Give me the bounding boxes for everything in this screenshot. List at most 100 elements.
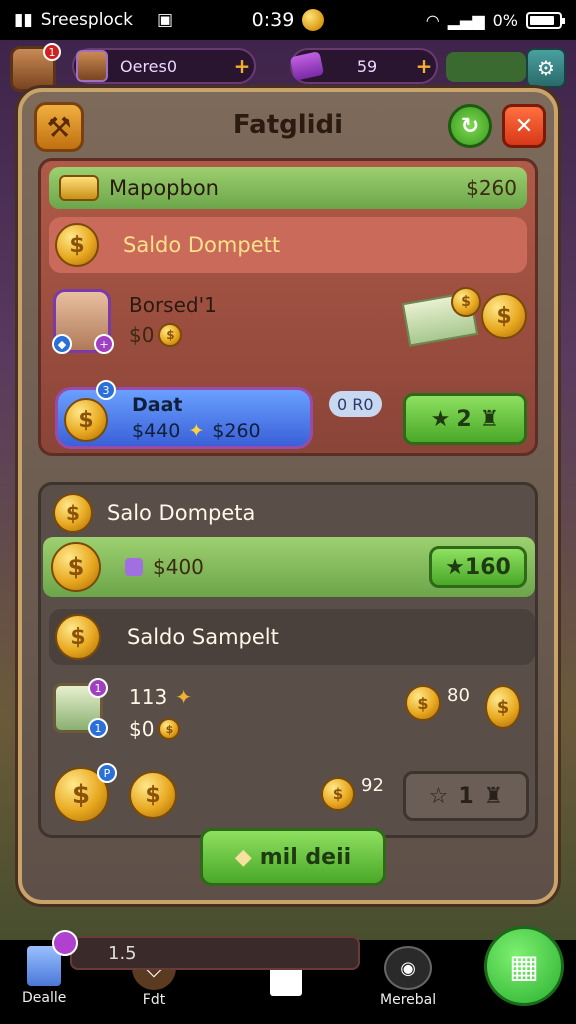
clock: 0:39 (251, 9, 295, 31)
claim-button[interactable]: ◆ mil deii (200, 828, 386, 886)
saldo-label-2: Saldo Sampelt (127, 625, 279, 649)
notification-badge: 1 (43, 43, 61, 61)
nav-merebal[interactable]: ◉ Merebal (380, 946, 436, 1008)
header-row-value: $260 (466, 176, 517, 200)
energy-bar (446, 52, 526, 82)
coin-icon: $ (485, 685, 521, 729)
coin-icon: $ (53, 493, 93, 533)
character-level-badge: ◆ (52, 334, 72, 354)
signal-icon: ▮▮ (14, 10, 33, 30)
saldo-row-2[interactable]: $ Saldo Sampelt (49, 609, 535, 665)
coin-icon: $ (55, 614, 101, 660)
deal-buy-button[interactable]: ★ 2 ♜ (403, 393, 527, 445)
deal-buy-label: 2 (456, 406, 472, 432)
wifi-icon: ◠ (425, 10, 440, 30)
coin-icon: $ (158, 323, 183, 347)
coin-icon: $ (451, 287, 481, 317)
close-button[interactable]: ✕ (502, 104, 546, 148)
progress-bar: 1.5 (70, 936, 360, 970)
nav-label-dealle: Dealle (22, 990, 67, 1006)
deal-badge: 3 (96, 380, 116, 400)
refresh-icon: ↻ (460, 113, 480, 139)
star-icon: ★ (430, 406, 451, 432)
coin-icon: $ (481, 293, 527, 339)
diamond-icon: ◆ (234, 844, 252, 870)
refresh-button[interactable]: ↻ (448, 104, 492, 148)
coin-icon: $ (51, 542, 101, 592)
gem-small-icon (125, 558, 143, 576)
green-row-button[interactable]: ★ 160 (429, 546, 527, 588)
character-portrait[interactable]: ◆ + (52, 289, 114, 354)
shirt-icon: ♜ (479, 406, 500, 432)
header-balance-row: Mapopbon $260 (49, 167, 527, 209)
wallet-icon (59, 175, 99, 201)
counter-badge: 0 R0 (329, 391, 382, 417)
character-plus-badge: + (94, 334, 114, 354)
resource-bar: 1 Oeres0 + 59 + ⚙ (0, 42, 576, 92)
add-player-button[interactable]: + (230, 54, 254, 78)
player-name-pill[interactable]: Oeres0 + (72, 48, 256, 84)
coin-icon: $ (321, 777, 355, 811)
character-info: Borsed'1 $0 $ (129, 293, 217, 347)
arrow-icon: ✦ (188, 420, 205, 442)
green-row-value: $400 (153, 555, 204, 579)
gem-pill[interactable]: 59 + (289, 48, 438, 84)
cash-item-badge: 1 (88, 678, 108, 698)
coins-row-button[interactable]: ☆ 1 ♜ (403, 771, 529, 821)
battery-percent: 0% (492, 10, 519, 30)
book-icon: ▣ (157, 10, 174, 30)
saldo-row-1[interactable]: $ Saldo Dompett (49, 217, 527, 273)
progress-text: 1.5 (108, 942, 137, 964)
deal-title: Daat (132, 394, 183, 416)
star-outline-icon: ☆ (428, 783, 449, 809)
shirt-icon: ♜ (483, 783, 504, 809)
star-icon: ★ (445, 554, 465, 580)
saldo-label-1: Saldo Dompett (123, 233, 281, 257)
coins-row-button-label: 1 (458, 783, 474, 809)
header-row-label: Mapopbon (109, 176, 219, 200)
gear-icon: ⚙ (537, 56, 555, 80)
deal-card[interactable]: $ 3 Daat $440 ✦ $260 (55, 380, 313, 449)
cash-item-sub: $0 (129, 717, 155, 741)
coin-icon: $ (55, 223, 99, 267)
gem-count: 59 (356, 56, 378, 76)
character-name: Borsed'1 (129, 293, 217, 317)
cash-item-right-value: 80 (447, 685, 470, 706)
section2-header: $ Salo Dompeta (53, 491, 255, 535)
coin-icon: $ (129, 771, 177, 819)
carrier-name: Sreesplock (40, 10, 134, 30)
character-sub-value: $0 (129, 323, 155, 347)
cash-item-count: 113 (129, 685, 168, 709)
section2-title: Salo Dompeta (107, 501, 256, 525)
coin-icon: $ (405, 685, 441, 721)
deal-new-price: $260 (212, 420, 261, 442)
signal-bars-icon: ▂▄▆ (447, 10, 485, 30)
wallet-section-bottom: $ Salo Dompeta $ $400 ★ 160 $ Saldo Samp… (38, 482, 538, 838)
coin-icon: $ (64, 398, 108, 442)
coins-row-value: 92 (361, 775, 384, 796)
nav-label-merebal: Merebal (380, 992, 437, 1008)
wallet-section-top: Mapopbon $260 $ Saldo Dompett ◆ + Borsed… (38, 158, 538, 456)
claim-button-label: mil deii (259, 844, 352, 870)
close-icon: ✕ (514, 113, 534, 139)
add-gems-button[interactable]: + (412, 54, 436, 78)
gem-icon (289, 51, 325, 81)
chat-icon: ◉ (384, 946, 433, 990)
coin-badge: P (97, 763, 117, 783)
battery-icon (526, 11, 566, 29)
nav-notification-badge (52, 930, 78, 956)
deal-old-price: $440 (132, 420, 181, 442)
player-portrait-icon (76, 50, 108, 82)
green-balance-row[interactable]: $ $400 ★ 160 (43, 537, 535, 597)
cash-item-info: 113 ✦ $0 $ (129, 685, 192, 741)
cash-item-icon[interactable]: 1 1 (53, 678, 108, 738)
cash-item-badge-2: 1 (88, 718, 108, 738)
green-row-button-label: 160 (464, 554, 511, 580)
player-avatar[interactable]: 1 (10, 43, 61, 92)
map-fab-button[interactable]: ▦ (484, 926, 564, 1006)
settings-button[interactable]: ⚙ (526, 48, 566, 88)
coin-icon: $ (158, 718, 181, 740)
player-name: Oeres0 (120, 56, 178, 76)
sparkle-icon: ✦ (175, 685, 192, 709)
coin-icon (302, 9, 325, 31)
